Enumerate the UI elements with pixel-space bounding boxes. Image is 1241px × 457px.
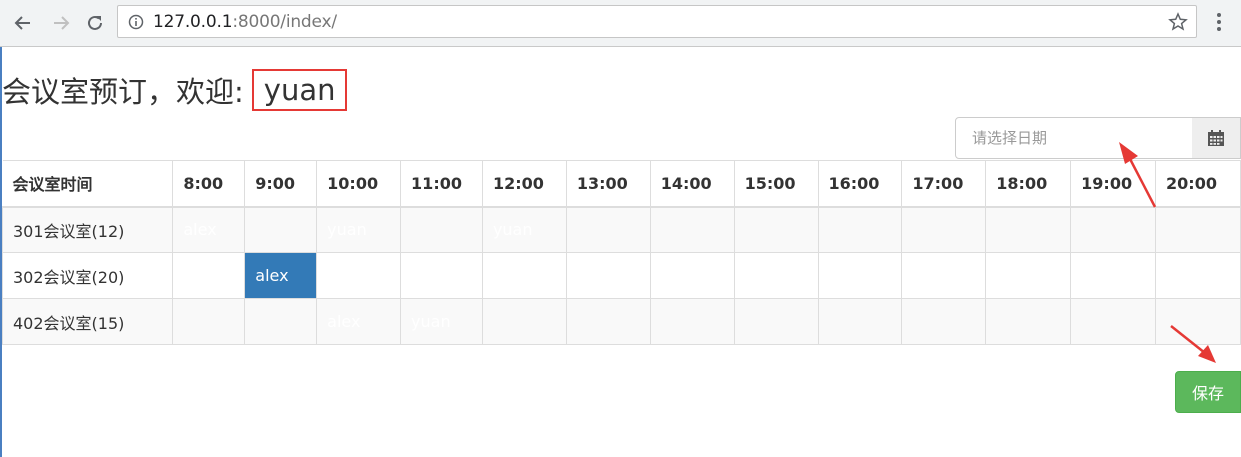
booking-cell[interactable] — [400, 206, 483, 253]
page-title: 会议室预订，欢迎: yuan — [2, 68, 348, 112]
booking-cell[interactable]: yuan — [316, 206, 402, 253]
arrow-left-icon — [14, 16, 30, 30]
kebab-menu-icon[interactable] — [1211, 11, 1227, 33]
browser-toolbar: 127.0.0.1:8000/index/ — [0, 0, 1241, 47]
booking-cell[interactable] — [649, 206, 735, 253]
url-text: 127.0.0.1:8000/index/ — [153, 12, 337, 32]
booking-cell[interactable] — [244, 206, 318, 253]
booking-cell[interactable]: yuan — [481, 206, 567, 253]
booking-cell[interactable] — [1155, 252, 1241, 299]
booking-cell[interactable] — [565, 252, 651, 299]
table-row: 301会议室(12) alex yuan yuan — [1, 206, 1241, 253]
booking-cell[interactable]: alex — [172, 206, 246, 253]
back-button[interactable] — [10, 10, 36, 36]
booking-cell[interactable] — [481, 252, 567, 299]
reload-icon — [88, 15, 102, 30]
booking-cell[interactable] — [565, 206, 651, 253]
url-path: :8000/index/ — [232, 12, 337, 32]
table-row: 302会议室(20) alex — [1, 252, 1241, 299]
booking-cell[interactable] — [316, 252, 402, 299]
address-bar[interactable]: 127.0.0.1:8000/index/ — [117, 5, 1197, 38]
booking-cell[interactable] — [565, 298, 651, 345]
booking-cell[interactable] — [733, 252, 819, 299]
table-row: 402会议室(15) alex yuan — [1, 298, 1241, 345]
booking-cell[interactable] — [985, 206, 1072, 253]
booking-cell[interactable] — [985, 298, 1072, 345]
room-name: 301会议室(12) — [1, 206, 174, 253]
room-name: 302会议室(20) — [1, 252, 174, 299]
booking-cell[interactable] — [172, 252, 246, 299]
time-header: 14:00 — [650, 160, 735, 208]
room-name: 402会议室(15) — [1, 298, 174, 345]
booking-cell[interactable] — [1155, 298, 1241, 345]
booking-cell[interactable]: alex — [316, 298, 402, 345]
time-header: 12:00 — [482, 160, 567, 208]
page-title-text: 会议室预订，欢迎: — [2, 75, 244, 109]
time-header: 11:00 — [400, 160, 483, 208]
booking-cell[interactable] — [1155, 206, 1241, 253]
booking-cell[interactable] — [1070, 206, 1157, 253]
booking-table: 会议室时间 8:00 9:00 10:00 11:00 12:00 13:00 … — [1, 160, 1241, 345]
time-header: 13:00 — [566, 160, 651, 208]
time-header: 20:00 — [1155, 160, 1241, 208]
booking-cell[interactable] — [733, 206, 819, 253]
corner-header: 会议室时间 — [2, 160, 174, 208]
time-header: 9:00 — [244, 160, 318, 208]
reload-button[interactable] — [82, 10, 108, 36]
booking-cell[interactable] — [985, 252, 1072, 299]
booking-cell[interactable] — [649, 298, 735, 345]
time-header: 19:00 — [1070, 160, 1157, 208]
table-header-row: 会议室时间 8:00 9:00 10:00 11:00 12:00 13:00 … — [2, 160, 1241, 208]
time-header: 10:00 — [316, 160, 402, 208]
calendar-icon — [1208, 130, 1224, 146]
booking-cell[interactable] — [649, 252, 735, 299]
booking-cell[interactable] — [1070, 252, 1157, 299]
booking-cell[interactable] — [1070, 298, 1157, 345]
date-picker — [955, 117, 1241, 159]
booking-cell[interactable] — [901, 298, 987, 345]
booking-cell[interactable] — [901, 252, 987, 299]
booking-cell[interactable] — [400, 252, 483, 299]
url-host: 127.0.0.1 — [153, 12, 233, 32]
time-header: 18:00 — [985, 160, 1072, 208]
time-header: 8:00 — [172, 160, 246, 208]
arrow-right-icon — [54, 16, 70, 30]
booking-cell[interactable]: alex — [244, 252, 318, 299]
booking-cell[interactable] — [817, 206, 903, 253]
username-badge: yuan — [251, 69, 348, 111]
time-header: 17:00 — [901, 160, 987, 208]
forward-button[interactable] — [48, 10, 74, 36]
star-icon[interactable] — [1168, 12, 1188, 32]
booking-cell[interactable] — [817, 298, 903, 345]
booking-cell[interactable] — [172, 298, 246, 345]
info-icon[interactable] — [128, 14, 144, 30]
date-input[interactable] — [955, 117, 1193, 159]
booking-cell[interactable]: yuan — [400, 298, 483, 345]
calendar-button[interactable] — [1192, 117, 1241, 159]
booking-cell[interactable] — [244, 298, 318, 345]
booking-cell[interactable] — [901, 206, 987, 253]
booking-cell[interactable] — [733, 298, 819, 345]
booking-cell[interactable] — [481, 298, 567, 345]
save-button[interactable]: 保存 — [1175, 371, 1241, 413]
time-header: 16:00 — [818, 160, 903, 208]
time-header: 15:00 — [734, 160, 819, 208]
booking-cell[interactable] — [817, 252, 903, 299]
